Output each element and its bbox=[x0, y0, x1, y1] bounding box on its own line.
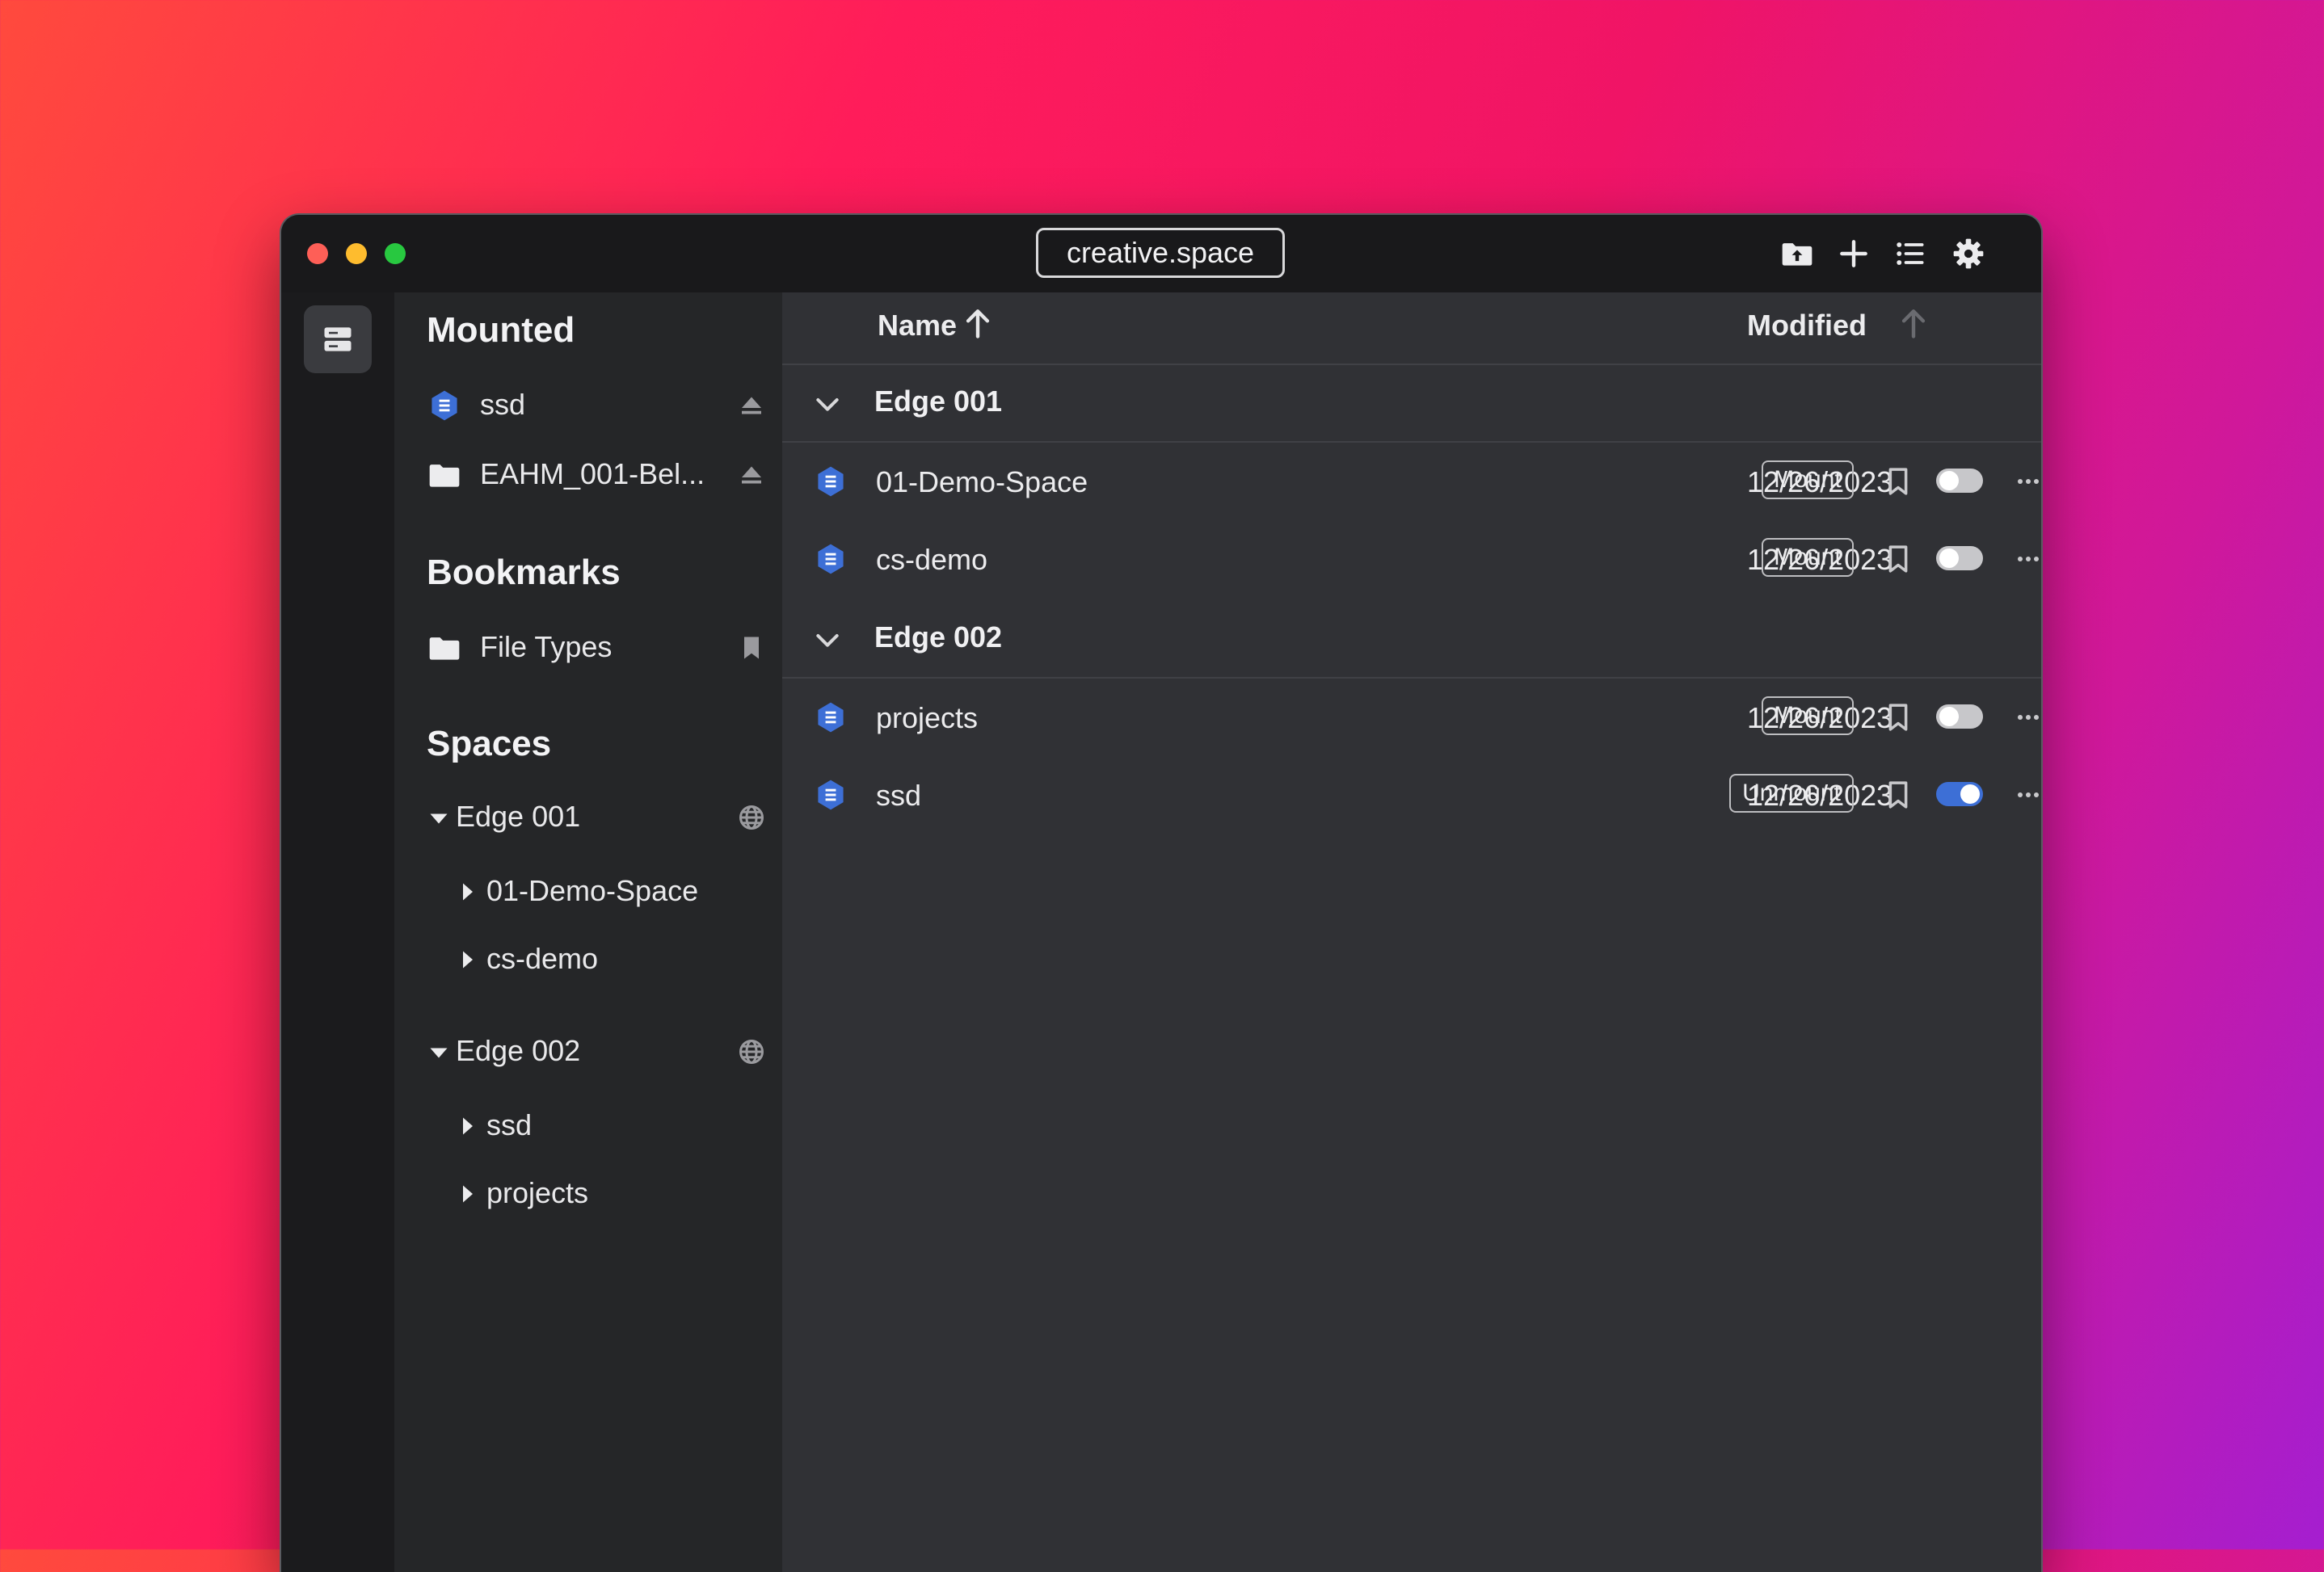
space-group-label: Edge 001 bbox=[456, 800, 581, 833]
table-row[interactable]: projects 12/26/2023 Mount bbox=[782, 679, 2041, 756]
globe-icon[interactable] bbox=[737, 1037, 766, 1066]
row-name: projects bbox=[876, 701, 979, 734]
space-child-label: projects bbox=[486, 1176, 589, 1209]
more-options-icon[interactable] bbox=[2010, 701, 2041, 733]
plus-icon[interactable] bbox=[1836, 236, 1871, 271]
caret-down-icon[interactable] bbox=[427, 1037, 451, 1066]
folder-icon bbox=[427, 630, 462, 666]
space-child-projects[interactable]: projects bbox=[427, 1170, 766, 1218]
volume-icon bbox=[813, 700, 848, 735]
row-name: 01-Demo-Space bbox=[876, 465, 1088, 498]
space-child-label: 01-Demo-Space bbox=[486, 874, 699, 907]
column-header-name[interactable]: Name bbox=[878, 309, 957, 343]
mount-button[interactable]: Mount bbox=[1762, 696, 1854, 735]
mounted-item-label: ssd bbox=[480, 388, 526, 421]
eject-icon[interactable] bbox=[737, 391, 766, 420]
table-row[interactable]: ssd 12/26/2023 Unmount bbox=[782, 756, 2041, 834]
globe-icon[interactable] bbox=[737, 803, 766, 832]
gear-icon[interactable] bbox=[1951, 236, 1986, 271]
row-name: ssd bbox=[876, 779, 922, 812]
group-row-edge-001[interactable]: Edge 001 bbox=[782, 364, 2041, 443]
space-group-edge-001[interactable]: Edge 001 bbox=[427, 793, 766, 842]
table-row[interactable]: cs-demo 12/26/2023 Mount bbox=[782, 520, 2041, 598]
section-heading-mounted: Mounted bbox=[427, 310, 575, 350]
group-name: Edge 002 bbox=[874, 620, 1003, 654]
chevron-down-icon[interactable] bbox=[811, 624, 844, 656]
mount-toggle[interactable] bbox=[1936, 782, 1983, 806]
volume-icon bbox=[813, 777, 848, 813]
caret-right-icon[interactable] bbox=[456, 1179, 480, 1208]
bookmark-item-file-types[interactable]: File Types bbox=[427, 624, 766, 672]
space-group-edge-002[interactable]: Edge 002 bbox=[427, 1028, 766, 1076]
more-options-icon[interactable] bbox=[2010, 465, 2041, 498]
toggle-knob bbox=[1939, 707, 1959, 726]
more-options-icon[interactable] bbox=[2010, 543, 2041, 575]
bookmark-outline-icon[interactable] bbox=[1881, 541, 1915, 577]
mount-button[interactable]: Mount bbox=[1762, 538, 1854, 577]
sort-arrow-inactive-icon[interactable] bbox=[1897, 305, 1930, 341]
title-bar: creative.space bbox=[281, 215, 2041, 292]
sort-ascending-icon[interactable] bbox=[962, 305, 994, 341]
row-name: cs-demo bbox=[876, 543, 988, 576]
section-heading-bookmarks: Bookmarks bbox=[427, 553, 621, 592]
mount-button[interactable]: Mount bbox=[1762, 460, 1854, 499]
eject-icon[interactable] bbox=[737, 460, 766, 490]
space-child-label: ssd bbox=[486, 1108, 533, 1141]
caret-right-icon[interactable] bbox=[456, 877, 480, 906]
space-child-cs-demo[interactable]: cs-demo bbox=[427, 935, 766, 984]
upload-folder-icon[interactable] bbox=[1779, 236, 1815, 271]
file-table: Name Modified Edge 001 01-Demo-Space 12/… bbox=[782, 292, 2041, 1572]
mount-toggle[interactable] bbox=[1936, 469, 1983, 493]
caret-right-icon[interactable] bbox=[456, 1112, 480, 1141]
caret-down-icon[interactable] bbox=[427, 803, 451, 832]
table-row[interactable]: 01-Demo-Space 12/26/2023 Mount bbox=[782, 443, 2041, 520]
server-icon bbox=[324, 327, 352, 351]
section-heading-spaces: Spaces bbox=[427, 724, 552, 763]
volume-icon bbox=[813, 541, 848, 577]
toggle-knob bbox=[1960, 784, 1980, 804]
bookmark-icon[interactable] bbox=[737, 633, 766, 662]
sidebar: Mounted ssd EAHM_001-Bel... Bookmarks Fi… bbox=[394, 292, 782, 1572]
bookmark-outline-icon[interactable] bbox=[1881, 464, 1915, 499]
column-header-modified[interactable]: Modified bbox=[1747, 309, 1867, 343]
group-row-edge-002[interactable]: Edge 002 bbox=[782, 599, 2041, 679]
left-rail bbox=[281, 292, 394, 1572]
more-options-icon[interactable] bbox=[2010, 779, 2041, 811]
mount-toggle[interactable] bbox=[1936, 546, 1983, 570]
space-child-label: cs-demo bbox=[486, 942, 599, 975]
chevron-down-icon[interactable] bbox=[811, 388, 844, 420]
volume-icon bbox=[427, 388, 462, 423]
mount-toggle[interactable] bbox=[1936, 704, 1983, 729]
mounted-item-label: EAHM_001-Bel... bbox=[480, 457, 705, 490]
toggle-knob bbox=[1939, 471, 1959, 490]
bookmark-outline-icon[interactable] bbox=[1881, 777, 1915, 813]
window-title: creative.space bbox=[1036, 228, 1285, 278]
close-window-button[interactable] bbox=[307, 243, 328, 264]
table-header: Name Modified bbox=[782, 292, 2041, 365]
mounted-item-eahm[interactable]: EAHM_001-Bel... bbox=[427, 451, 766, 499]
space-group-label: Edge 002 bbox=[456, 1034, 581, 1067]
unmount-button[interactable]: Unmount bbox=[1729, 774, 1854, 813]
toggle-knob bbox=[1939, 549, 1959, 568]
app-window: creative.space Mounted ssd EAHM_001-Bel.… bbox=[281, 215, 2041, 1572]
group-name: Edge 001 bbox=[874, 385, 1003, 418]
list-view-icon[interactable] bbox=[1892, 236, 1928, 271]
volume-icon bbox=[813, 464, 848, 499]
space-child-01-demo-space[interactable]: 01-Demo-Space bbox=[427, 868, 766, 916]
storage-toggle-button[interactable] bbox=[304, 305, 372, 373]
zoom-window-button[interactable] bbox=[385, 243, 406, 264]
space-child-ssd[interactable]: ssd bbox=[427, 1102, 766, 1150]
minimize-window-button[interactable] bbox=[346, 243, 367, 264]
mounted-item-ssd[interactable]: ssd bbox=[427, 381, 766, 430]
folder-icon bbox=[427, 457, 462, 493]
caret-right-icon[interactable] bbox=[456, 945, 480, 974]
bookmark-outline-icon[interactable] bbox=[1881, 700, 1915, 735]
bookmark-item-label: File Types bbox=[480, 630, 613, 663]
